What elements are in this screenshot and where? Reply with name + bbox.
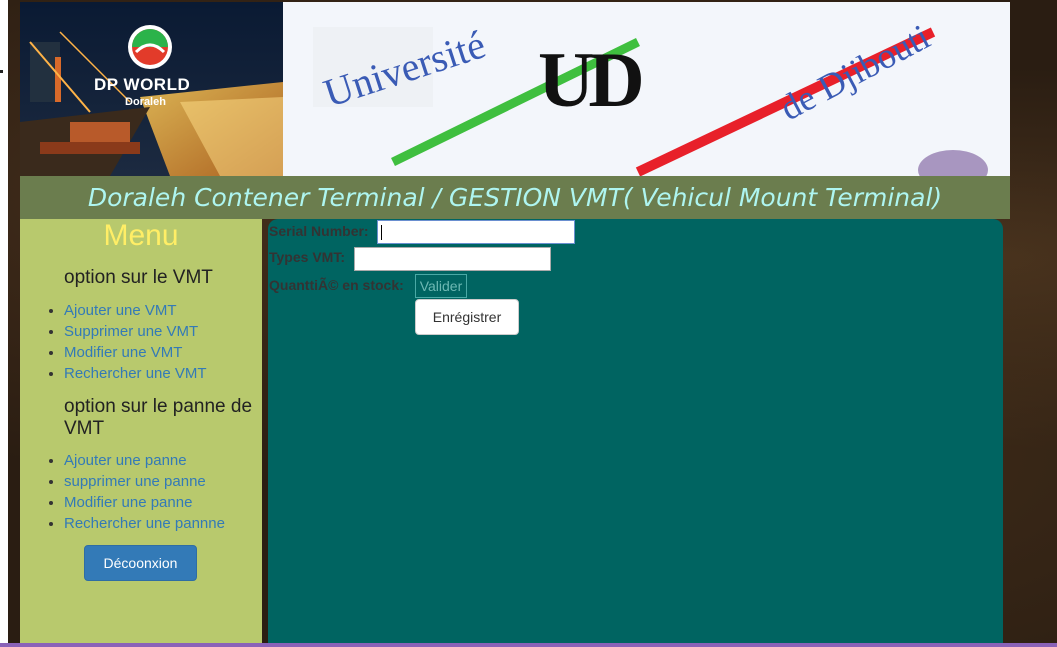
sidebar-menu: Menu option sur le VMT Ajouter une VMT S… [20, 219, 262, 647]
dp-world-subtitle: Doraleh [125, 96, 166, 108]
panne-options-list: Ajouter une panne supprimer une panne Mo… [44, 450, 225, 534]
title-bar: Doraleh Contener Terminal / GESTION VMT(… [20, 176, 1010, 219]
add-vmt-link[interactable]: Ajouter une VMT [64, 302, 177, 319]
list-item: Supprimer une VMT [64, 321, 207, 342]
list-item: supprimer une panne [64, 471, 225, 492]
save-button[interactable]: Enrégistrer [415, 299, 519, 335]
header-banner: DP WORLD Doraleh Université UD de Djibou… [20, 2, 1010, 176]
list-item: Rechercher une VMT [64, 363, 207, 384]
quantity-label: QuanttiÃ© en stock: [269, 277, 404, 293]
bottom-taskbar-strip [0, 643, 1057, 647]
dp-world-logo-image: DP WORLD Doraleh [20, 2, 283, 176]
section-vmt-heading: option sur le VMT [64, 267, 213, 288]
list-item: Rechercher une pannne [64, 513, 225, 534]
page-title: Doraleh Contener Terminal / GESTION VMT(… [87, 183, 943, 212]
vmt-options-list: Ajouter une VMT Supprimer une VMT Modifi… [44, 300, 207, 384]
menu-title: Menu [103, 219, 179, 252]
list-item: Modifier une VMT [64, 342, 207, 363]
valider-button[interactable]: Valider [415, 274, 467, 298]
delete-panne-link[interactable]: supprimer une panne [64, 473, 206, 490]
search-panne-link[interactable]: Rechercher une pannne [64, 515, 225, 532]
section-panne-heading: option sur le panne de VMT [64, 396, 253, 439]
dp-world-title: DP WORLD [94, 75, 191, 94]
list-item: Ajouter une VMT [64, 300, 207, 321]
add-panne-link[interactable]: Ajouter une panne [64, 452, 187, 469]
delete-vmt-link[interactable]: Supprimer une VMT [64, 323, 198, 340]
text-caret [381, 225, 382, 240]
search-vmt-link[interactable]: Rechercher une VMT [64, 365, 207, 382]
types-vmt-label: Types VMT: [269, 249, 345, 265]
main-form-panel: Serial Number: Types VMT: QuanttiÃ© en s… [268, 219, 1003, 647]
universite-djibouti-logo: Université UD de Djibouti [283, 2, 1010, 176]
ud-monogram: UD [538, 36, 645, 123]
edit-panne-link[interactable]: Modifier une panne [64, 494, 192, 511]
stray-dot [0, 70, 3, 73]
edit-vmt-link[interactable]: Modifier une VMT [64, 344, 182, 361]
page-left-edge [0, 0, 8, 647]
list-item: Ajouter une panne [64, 450, 225, 471]
serial-number-input[interactable] [377, 220, 575, 244]
logout-button[interactable]: Décoonxion [84, 545, 197, 581]
types-vmt-input[interactable] [354, 247, 551, 271]
list-item: Modifier une panne [64, 492, 225, 513]
serial-number-label: Serial Number: [269, 223, 369, 239]
